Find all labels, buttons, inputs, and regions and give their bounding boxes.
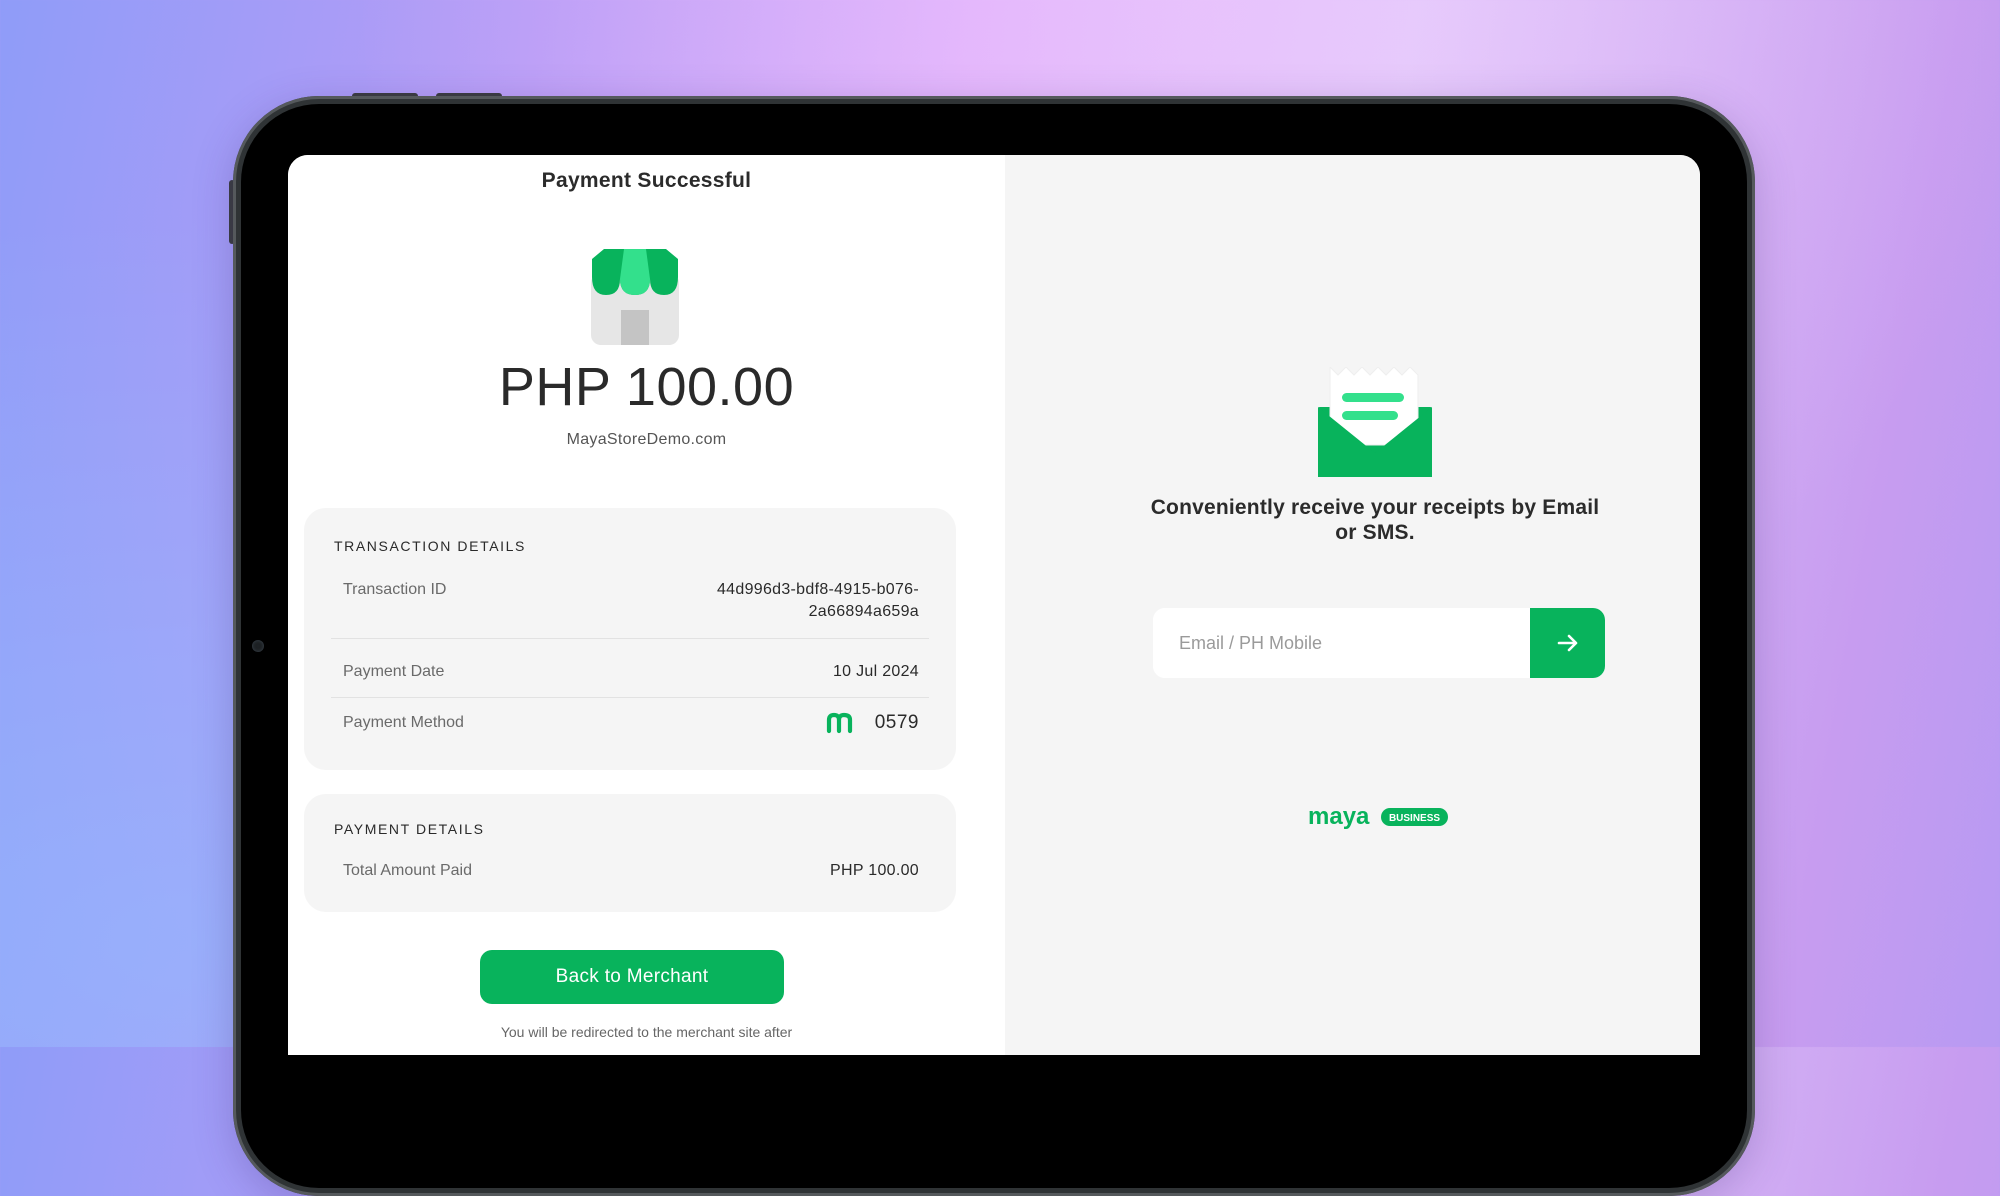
total-amount-value: PHP 100.00	[830, 862, 919, 879]
transaction-details-card: TRANSACTION DETAILS Transaction ID 44d99…	[304, 508, 956, 770]
logo-word: maya	[1308, 804, 1370, 830]
receipt-message: Conveniently receive your receipts by Em…	[1150, 496, 1600, 544]
merchant-name: MayaStoreDemo.com	[566, 431, 727, 448]
email-receipt-icon	[1318, 367, 1432, 477]
payment-amount: PHP 100.00	[498, 357, 795, 417]
payment-method-value: 0579	[874, 712, 919, 733]
payment-receipt-panel: Payment Successful PHP 100.00 MayaStoreD…	[288, 155, 1005, 1055]
total-amount-label: Total Amount Paid	[343, 862, 472, 879]
send-receipt-button[interactable]	[1530, 608, 1605, 678]
front-camera	[252, 640, 264, 652]
store-icon	[591, 249, 679, 345]
contact-input-group	[1153, 608, 1605, 678]
payment-date-label: Payment Date	[343, 663, 445, 680]
email-mobile-input[interactable]	[1153, 608, 1529, 678]
transaction-id-line-2: 2a66894a659a	[808, 603, 919, 620]
row-divider	[331, 697, 929, 698]
page-title: Payment Successful	[541, 169, 752, 192]
back-to-merchant-button[interactable]: Back to Merchant	[480, 950, 784, 1004]
tablet-screen: Payment Successful PHP 100.00 MayaStoreD…	[288, 155, 1700, 1055]
receipt-delivery-panel: Conveniently receive your receipts by Em…	[1005, 155, 1700, 1055]
logo-badge: BUSINESS	[1389, 813, 1440, 824]
transaction-id-value: 44d996d3-bdf8-4915-b076- 2a66894a659a	[717, 581, 919, 621]
row-divider	[331, 638, 929, 639]
redirect-note: You will be redirected to the merchant s…	[500, 1024, 793, 1040]
maya-m-icon	[826, 712, 853, 734]
payment-details-heading: PAYMENT DETAILS	[334, 821, 485, 837]
payment-date-value: 10 Jul 2024	[832, 663, 919, 680]
maya-business-logo: maya BUSINESS	[1308, 804, 1448, 830]
transaction-details-heading: TRANSACTION DETAILS	[334, 538, 526, 554]
arrow-right-icon	[1557, 634, 1577, 652]
payment-method-label: Payment Method	[343, 714, 464, 731]
transaction-id-label: Transaction ID	[343, 581, 447, 598]
payment-details-card: PAYMENT DETAILS Total Amount Paid PHP 10…	[304, 794, 956, 912]
transaction-id-line-1: 44d996d3-bdf8-4915-b076-	[716, 581, 919, 598]
